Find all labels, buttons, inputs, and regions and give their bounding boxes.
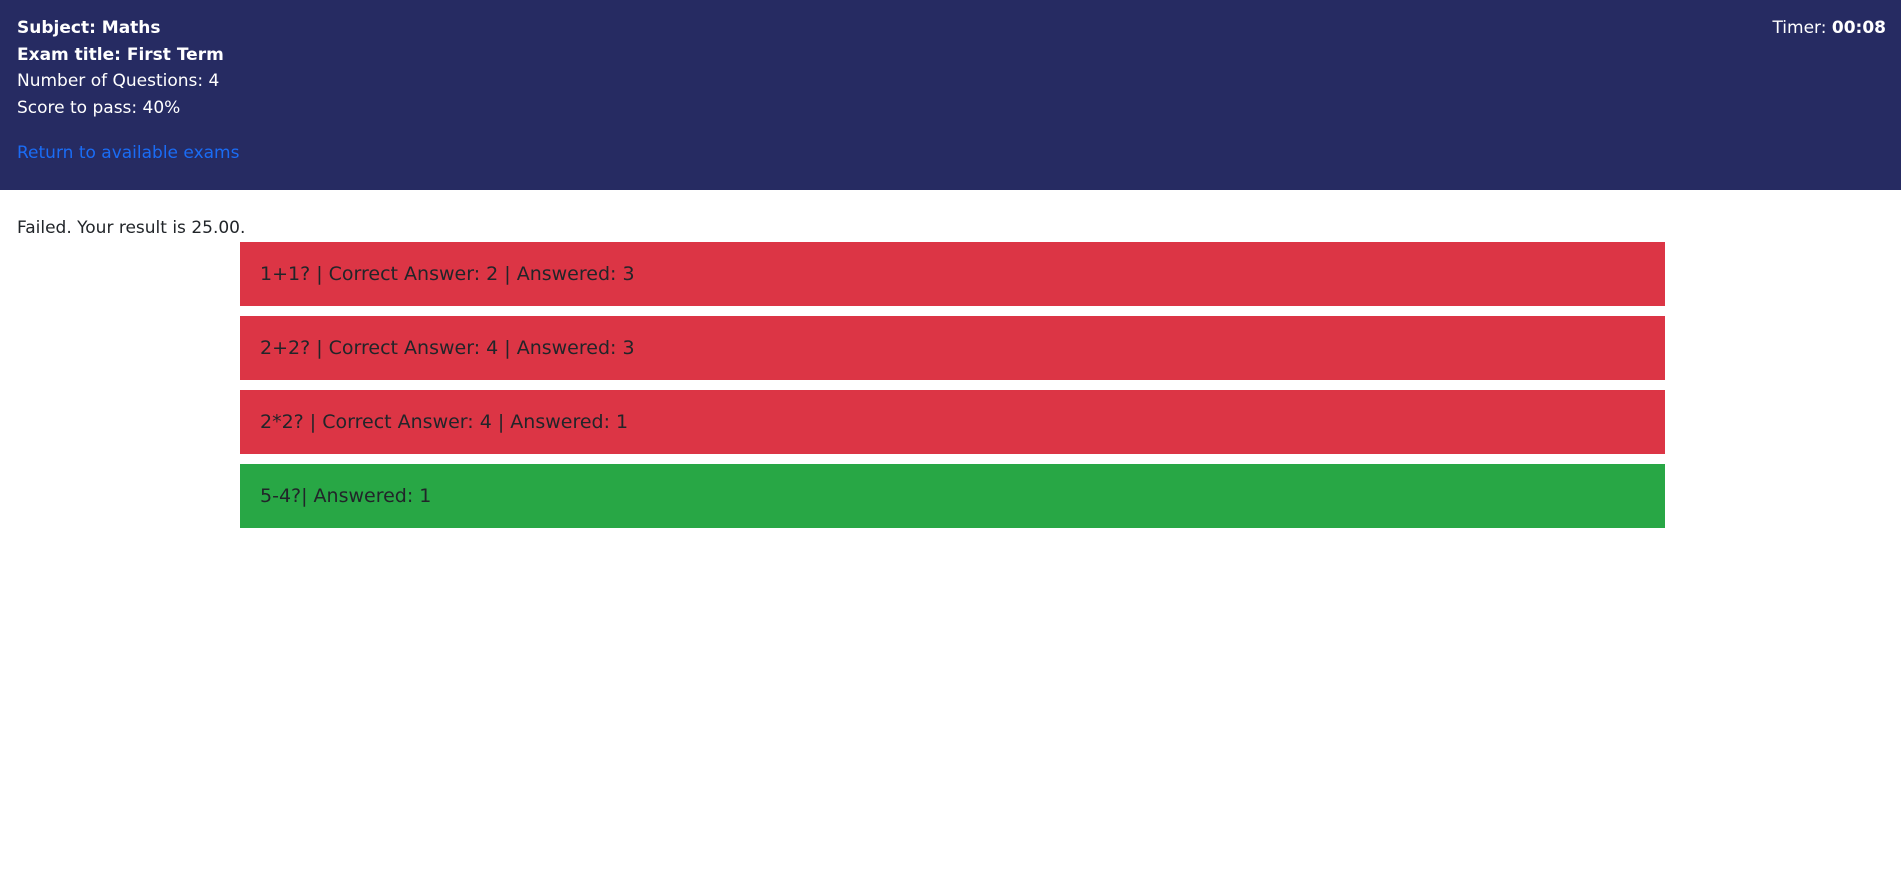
answer-text: 5-4?| Answered: 1	[260, 485, 432, 507]
exam-title: Exam title: First Term	[17, 44, 224, 65]
answer-text: 2+2? | Correct Answer: 4 | Answered: 3	[260, 337, 635, 359]
answer-text: 2*2? | Correct Answer: 4 | Answered: 1	[260, 411, 629, 433]
return-to-exams-link[interactable]: Return to available exams	[17, 141, 239, 165]
exam-timer: Timer: 00:08	[1772, 15, 1886, 42]
answer-row-incorrect: 1+1? | Correct Answer: 2 | Answered: 3	[240, 242, 1665, 306]
question-count: Number of Questions: 4	[17, 71, 220, 91]
exam-info: Subject: Maths Exam title: First Term Nu…	[17, 15, 224, 121]
timer-value: 00:08	[1831, 18, 1886, 38]
answer-row-incorrect: 2*2? | Correct Answer: 4 | Answered: 1	[240, 390, 1665, 454]
answer-row-correct: 5-4?| Answered: 1	[240, 464, 1665, 528]
answer-row-incorrect: 2+2? | Correct Answer: 4 | Answered: 3	[240, 316, 1665, 380]
exam-subject: Subject: Maths	[17, 18, 161, 38]
answer-text: 1+1? | Correct Answer: 2 | Answered: 3	[260, 263, 635, 285]
timer-label: Timer:	[1772, 18, 1827, 38]
pass-score: Score to pass: 40%	[17, 97, 181, 118]
answer-list: 1+1? | Correct Answer: 2 | Answered: 3 2…	[240, 242, 1665, 538]
result-message: Failed. Your result is 25.00.	[17, 218, 246, 238]
exam-header: Subject: Maths Exam title: First Term Nu…	[0, 0, 1901, 190]
